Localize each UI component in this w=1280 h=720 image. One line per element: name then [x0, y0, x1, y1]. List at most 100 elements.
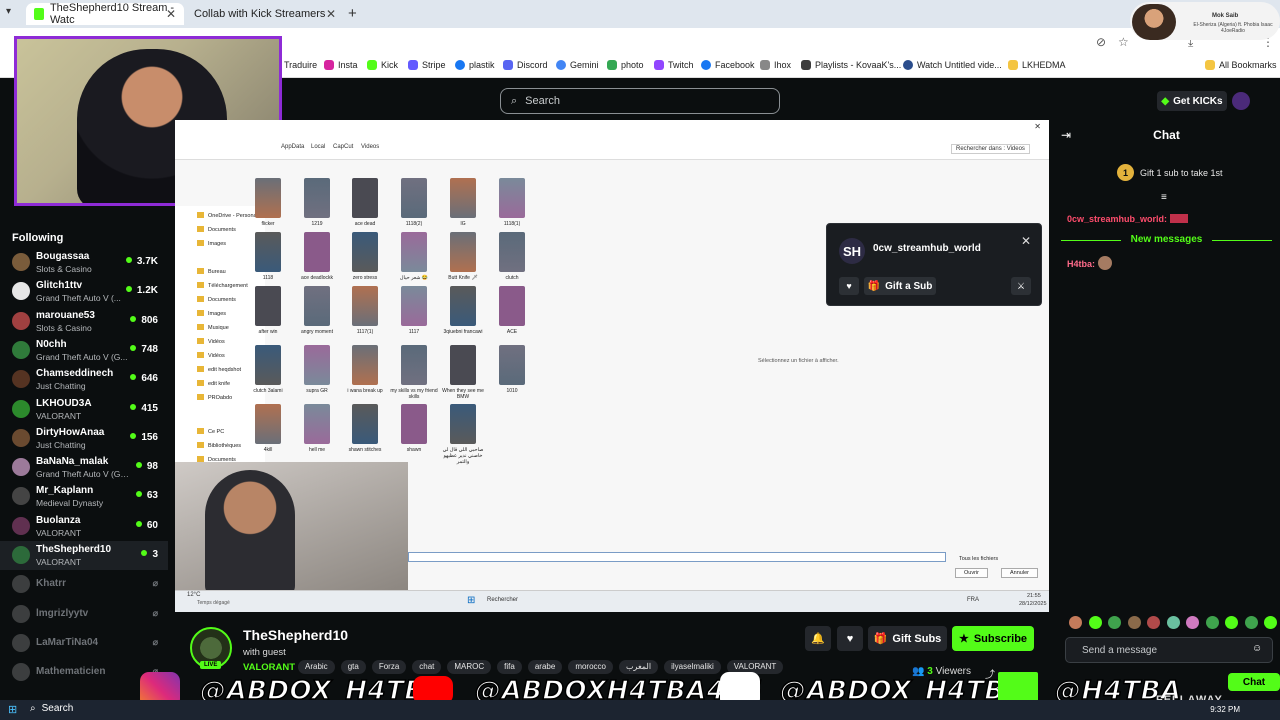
browser-tab[interactable]: Collab with Kick Streamers ✕ — [186, 3, 344, 25]
close-icon[interactable]: ✕ — [1034, 122, 1041, 131]
video-thumbnail[interactable] — [499, 232, 525, 272]
sidebar-channel[interactable]: Glitch1ttv Grand Theft Auto V (... 1.2K — [0, 277, 168, 306]
explorer-search[interactable]: Rechercher dans : Videos — [951, 144, 1030, 154]
start-icon[interactable]: ⊞ — [8, 703, 17, 716]
video-thumbnail[interactable] — [255, 232, 281, 272]
video-thumbnail[interactable] — [450, 178, 476, 218]
bookmark[interactable]: Watch Untitled vide... — [903, 60, 1002, 70]
user-avatar[interactable] — [1232, 92, 1250, 110]
eye-off-icon[interactable]: ⊘ — [1096, 35, 1106, 49]
video-thumbnail[interactable] — [352, 345, 378, 385]
video-thumbnail[interactable] — [304, 404, 330, 444]
gift-leaderboard[interactable]: 1 Gift 1 sub to take 1st — [1117, 164, 1223, 181]
video-thumbnail[interactable] — [401, 232, 427, 272]
emote-icon[interactable] — [1166, 616, 1180, 629]
open-button[interactable]: Ouvrir — [955, 568, 988, 578]
notifications-button[interactable]: 🔔 — [805, 626, 831, 651]
new-tab-icon[interactable]: + — [348, 5, 357, 22]
bookmark[interactable]: Traduire — [284, 60, 317, 70]
video-thumbnail[interactable] — [352, 178, 378, 218]
sidebar-channel[interactable]: DirtyHowAnaa Just Chatting 156 — [0, 424, 168, 453]
nav-folder-item[interactable]: Vidéos — [197, 352, 225, 359]
browser-tab-active[interactable]: TheShepherd10 Stream - Watc ✕ — [26, 2, 184, 26]
nav-folder-item[interactable]: Images — [197, 240, 226, 247]
follow-heart-button[interactable]: ♥ — [839, 277, 859, 295]
nav-folder-item[interactable]: Vidéos — [197, 338, 225, 345]
video-thumbnail[interactable] — [304, 286, 330, 326]
bookmark[interactable]: LKHEDMA — [1008, 60, 1066, 70]
new-messages-divider[interactable]: New messages — [1053, 234, 1280, 245]
video-thumbnail[interactable] — [255, 178, 281, 218]
emote-icon[interactable] — [1088, 616, 1102, 629]
emote-icon[interactable] — [1264, 616, 1277, 629]
nav-folder-item[interactable]: edit heqdshot — [197, 366, 241, 373]
sidebar-channel[interactable]: LaMarTiNa04 ⌀ — [0, 629, 168, 658]
video-thumbnail[interactable] — [499, 345, 525, 385]
video-thumbnail[interactable] — [450, 404, 476, 444]
nav-folder-item[interactable]: Bibliothèques — [197, 442, 241, 449]
bookmark[interactable]: Ihox — [760, 60, 791, 70]
bookmark[interactable]: plastik — [455, 60, 495, 70]
video-thumbnail[interactable] — [401, 345, 427, 385]
video-thumbnail[interactable] — [304, 232, 330, 272]
emote-icon[interactable] — [1186, 616, 1199, 629]
close-tab-icon[interactable]: ✕ — [326, 7, 336, 21]
nav-folder-item[interactable]: OneDrive - Persona — [197, 212, 257, 219]
sidebar-channel[interactable]: N0chh Grand Theft Auto V (G... 748 — [0, 336, 168, 365]
bookmark[interactable]: All Bookmarks — [1205, 60, 1277, 70]
filename-input[interactable] — [408, 552, 946, 562]
bookmark[interactable]: Discord — [503, 60, 548, 70]
nav-folder-item[interactable]: Ce PC — [197, 428, 224, 435]
video-thumbnail[interactable] — [401, 286, 427, 326]
emote-icon[interactable] — [1069, 616, 1082, 629]
video-thumbnail[interactable] — [304, 345, 330, 385]
emote-icon[interactable] — [1244, 616, 1258, 629]
chat-message[interactable]: 0cw_streamhub_world: — [1067, 214, 1188, 224]
nav-folder-item[interactable]: edit knife — [197, 380, 230, 387]
nav-folder-item[interactable]: Musique — [197, 324, 229, 331]
emoji-icon[interactable]: ☺ — [1252, 643, 1262, 654]
bookmark[interactable]: photo — [607, 60, 644, 70]
sidebar-channel[interactable]: Bougassaa Slots & Casino 3.7K — [0, 248, 168, 277]
expand-icon[interactable]: ≡ — [1161, 192, 1167, 203]
bookmark[interactable]: Facebook — [701, 60, 755, 70]
nav-folder-item[interactable]: Images — [197, 310, 226, 317]
gift-sub-button[interactable]: 🎁 Gift a Sub — [864, 277, 936, 295]
sidebar-channel[interactable]: lmgrizlyytv ⌀ — [0, 600, 168, 629]
bookmark[interactable]: Twitch — [654, 60, 694, 70]
search-input[interactable]: ⌕ Search — [500, 88, 780, 114]
close-icon[interactable]: ✕ — [1021, 234, 1031, 248]
follow-button[interactable]: ♥ — [837, 626, 863, 651]
stream-player[interactable]: AppData Local CapCut Videos Rechercher d… — [175, 120, 1049, 612]
sidebar-channel[interactable]: Mr_Kaplann Medieval Dynasty 63 — [0, 482, 168, 511]
video-thumbnail[interactable] — [352, 404, 378, 444]
channel-name[interactable]: TheShepherd10 — [243, 627, 348, 643]
cancel-button[interactable]: Annuler — [1001, 568, 1038, 578]
nav-folder-item[interactable]: Téléchargement — [197, 282, 248, 289]
nav-folder-item[interactable]: Documents — [197, 296, 236, 303]
subscribe-button[interactable]: ★ Subscribe — [952, 626, 1034, 651]
close-tab-icon[interactable]: ✕ — [166, 7, 176, 21]
sidebar-channel[interactable]: Chamseddinech Just Chatting 646 — [0, 365, 168, 394]
popup-username[interactable]: 0cw_streamhub_world — [873, 243, 981, 254]
video-thumbnail[interactable] — [255, 286, 281, 326]
gift-subs-button[interactable]: 🎁 Gift Subs — [868, 626, 947, 651]
sidebar-channel[interactable]: TheShepherd10 VALORANT 3 — [0, 541, 168, 570]
nav-folder-item[interactable]: Documents — [197, 226, 236, 233]
chat-message-input[interactable]: Send a message — [1065, 637, 1273, 663]
video-thumbnail[interactable] — [255, 404, 281, 444]
windows-search[interactable]: ⌕ Search — [30, 703, 73, 714]
video-thumbnail[interactable] — [352, 286, 378, 326]
bookmark[interactable]: Gemini — [556, 60, 599, 70]
mod-action-button[interactable]: ⚔ — [1011, 277, 1031, 295]
video-thumbnail[interactable] — [499, 286, 525, 326]
sidebar-channel[interactable]: BaNaNa_malak Grand Theft Auto V (GTA) 98 — [0, 453, 168, 482]
bookmark[interactable]: Kick — [367, 60, 398, 70]
video-thumbnail[interactable] — [304, 178, 330, 218]
video-thumbnail[interactable] — [450, 345, 476, 385]
file-filter[interactable]: Tous les fichiers — [951, 555, 1006, 565]
chat-message[interactable]: H4tba: — [1067, 256, 1112, 270]
sidebar-channel[interactable]: marouane53 Slots & Casino 806 — [0, 307, 168, 336]
video-thumbnail[interactable] — [401, 178, 427, 218]
emote-icon[interactable] — [1205, 616, 1219, 629]
